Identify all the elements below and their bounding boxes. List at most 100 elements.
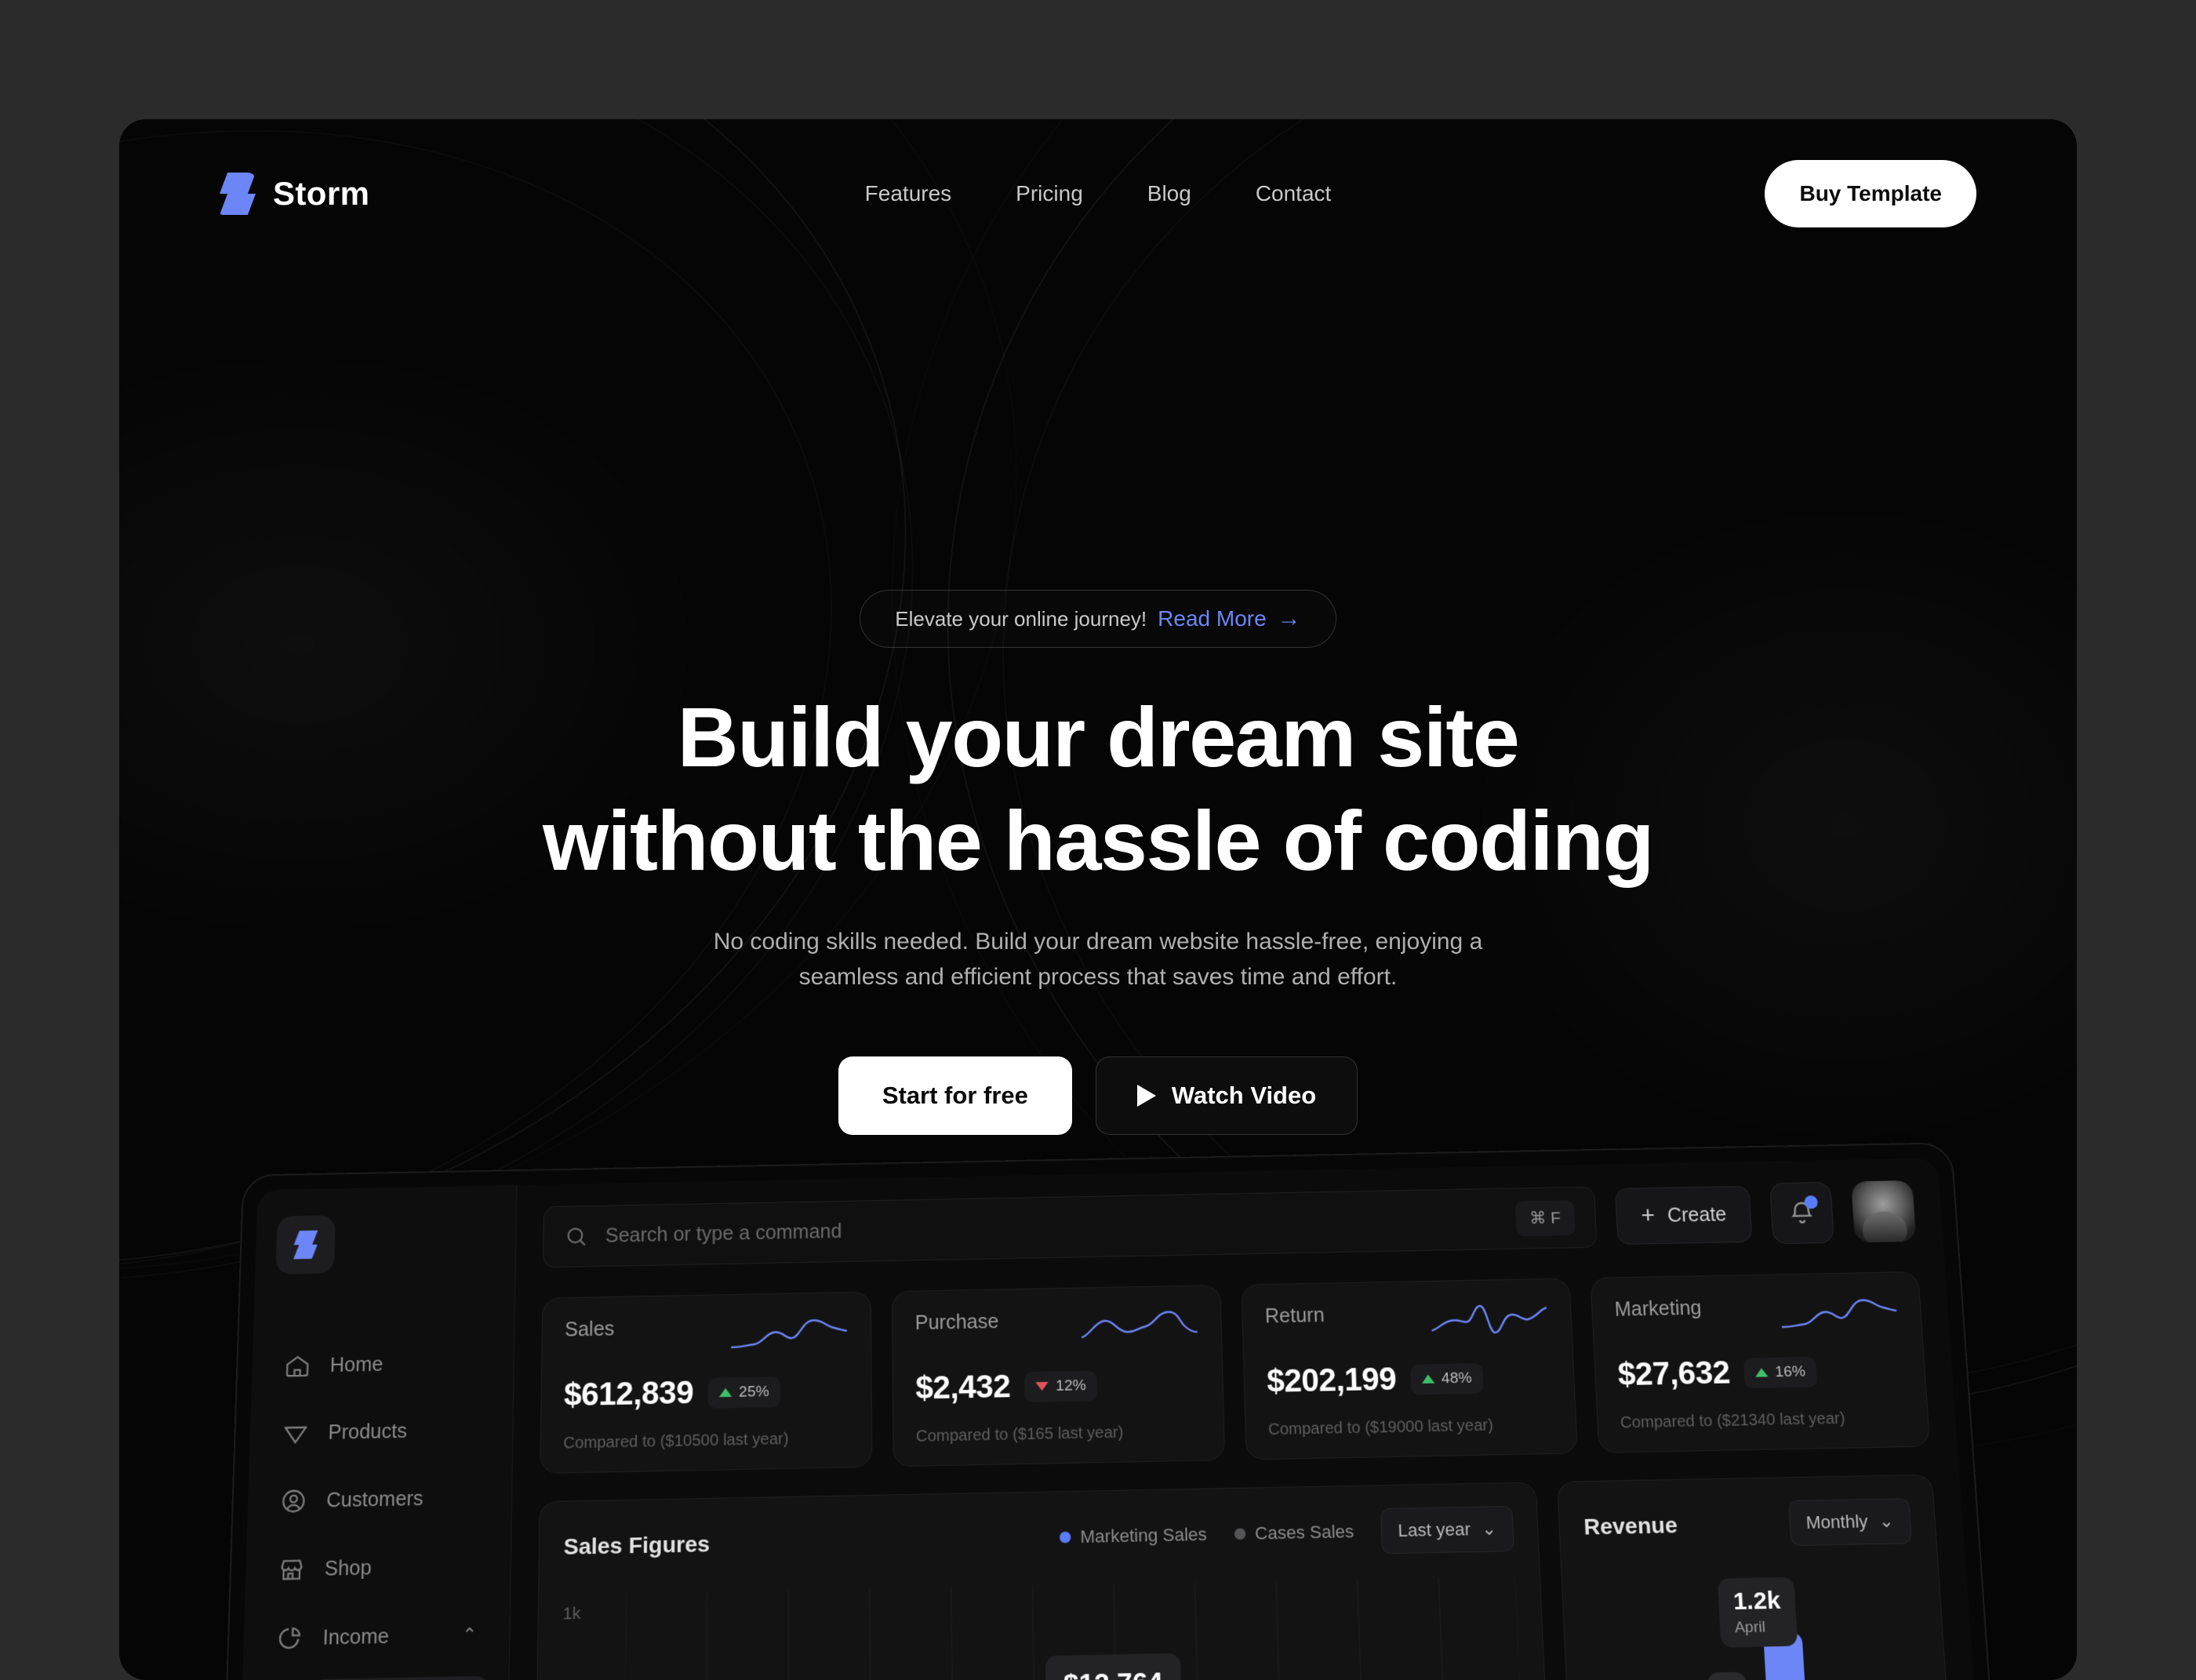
chevron-up-icon: ⌃ xyxy=(462,1624,477,1646)
stat-note: Compared to ($10500 last year) xyxy=(563,1429,849,1453)
chart-svg xyxy=(624,1576,1527,1680)
avatar[interactable] xyxy=(1851,1180,1916,1242)
stat-card-return[interactable]: Return $202,199 48% Compa xyxy=(1241,1278,1577,1460)
chart-y-axis: 1k 800 xyxy=(560,1594,620,1680)
start-for-free-button[interactable]: Start for free xyxy=(838,1056,1072,1135)
hero-section: Elevate your online journey! Read More →… xyxy=(119,119,2077,1135)
sidebar-label-customers: Customers xyxy=(326,1487,424,1512)
sparkline-chart xyxy=(729,1313,849,1357)
trend-up-icon xyxy=(1421,1374,1434,1384)
trend-down-icon xyxy=(1036,1382,1049,1391)
range-select-monthly[interactable]: Monthly ⌄ xyxy=(1788,1498,1912,1546)
sparkline-chart xyxy=(1779,1293,1900,1336)
nav-item-pricing[interactable]: Pricing xyxy=(1016,181,1083,206)
buy-template-button[interactable]: Buy Template xyxy=(1765,160,1976,227)
notifications-button[interactable] xyxy=(1769,1182,1834,1244)
stat-change: 48% xyxy=(1442,1369,1472,1387)
read-more-link[interactable]: Read More xyxy=(1158,606,1267,631)
dashboard-preview: Home Products Customers xyxy=(219,1142,2004,1680)
tag-icon xyxy=(282,1420,310,1448)
brand-logo[interactable]: Storm xyxy=(220,173,369,215)
search-input[interactable]: Search or type a command ⌘ F xyxy=(543,1187,1598,1268)
trend-up-icon xyxy=(719,1388,732,1398)
sidebar-item-shop[interactable]: Shop xyxy=(266,1538,490,1598)
stat-value: $27,632 xyxy=(1617,1355,1731,1394)
stat-change: 25% xyxy=(739,1383,769,1401)
page-title: Build your dream site without the hassle… xyxy=(119,685,2077,893)
sidebar-item-products[interactable]: Products xyxy=(270,1402,492,1461)
site-header: Storm Features Pricing Blog Contact Buy … xyxy=(119,119,2077,268)
storm-logo-icon xyxy=(220,173,256,215)
stat-note: Compared to ($21340 last year) xyxy=(1620,1409,1906,1433)
badge-text: Elevate your online journey! xyxy=(895,607,1147,631)
nav-item-features[interactable]: Features xyxy=(865,181,952,206)
revenue-bar-chart: 1.2k April xyxy=(1586,1568,1929,1680)
stat-label: Sales xyxy=(565,1318,615,1342)
stat-value: $202,199 xyxy=(1267,1362,1397,1400)
range-select-value: Monthly xyxy=(1805,1511,1868,1533)
sparkline-chart xyxy=(1429,1300,1550,1344)
range-select-value: Last year xyxy=(1398,1519,1471,1542)
status-badge: 16% xyxy=(1743,1356,1817,1387)
legend-dot-icon xyxy=(1234,1528,1245,1540)
create-button-label: Create xyxy=(1667,1203,1727,1227)
legend-dot-icon xyxy=(1060,1532,1071,1544)
status-badge: 12% xyxy=(1024,1370,1097,1402)
notification-dot xyxy=(1804,1195,1818,1209)
legend-item-cases-sales[interactable]: Cases Sales xyxy=(1234,1521,1354,1544)
legend-item-marketing-sales[interactable]: Marketing Sales xyxy=(1060,1524,1207,1548)
chevron-down-icon: ⌄ xyxy=(1878,1511,1895,1532)
storm-logo-icon xyxy=(293,1231,318,1260)
chart-plot-area: $12,764 August xyxy=(624,1576,1527,1680)
hero-actions: Start for free Watch Video xyxy=(119,1056,2077,1135)
status-badge: 48% xyxy=(1410,1362,1484,1394)
bar-highlighted xyxy=(1763,1632,1812,1680)
hero-title-line-2: without the hassle of coding xyxy=(543,793,1653,888)
revenue-panel: Revenue Monthly ⌄ xyxy=(1557,1475,1959,1680)
y-tick-1k: 1k xyxy=(562,1603,619,1624)
stat-change: 12% xyxy=(1056,1376,1086,1395)
watch-video-label: Watch Video xyxy=(1172,1082,1316,1110)
sidebar-label-income: Income xyxy=(322,1624,389,1649)
sidebar-logo[interactable] xyxy=(275,1215,336,1275)
chevron-down-icon: ⌄ xyxy=(1482,1518,1497,1540)
chart-gridlines xyxy=(624,1576,1527,1680)
stat-card-marketing[interactable]: Marketing $27,632 16% Com xyxy=(1591,1271,1931,1453)
dashboard-panel-row: Sales Figures Marketing Sales Cases Sale… xyxy=(534,1475,1959,1680)
create-button[interactable]: + Create xyxy=(1615,1186,1752,1245)
legend-label: Cases Sales xyxy=(1255,1521,1354,1544)
legend-label: Marketing Sales xyxy=(1080,1524,1207,1547)
bar xyxy=(1707,1672,1754,1680)
watch-video-button[interactable]: Watch Video xyxy=(1096,1056,1358,1135)
panel-title: Revenue xyxy=(1583,1512,1678,1540)
hero-title-line-1: Build your dream site xyxy=(678,689,1519,784)
trend-up-icon xyxy=(1755,1368,1769,1377)
dashboard-app: Home Products Customers xyxy=(236,1158,1987,1680)
store-icon xyxy=(278,1555,306,1584)
search-shortcut-badge: ⌘ F xyxy=(1514,1200,1576,1236)
dashboard-content: Search or type a command ⌘ F + Create xyxy=(506,1158,1986,1680)
sidebar-item-home[interactable]: Home xyxy=(272,1335,493,1394)
stat-card-sales[interactable]: Sales $612,839 25% Compar xyxy=(540,1292,872,1474)
range-select-last-year[interactable]: Last year ⌄ xyxy=(1380,1506,1514,1554)
sidebar-item-customers[interactable]: Customers xyxy=(268,1470,492,1529)
chart-legend: Marketing Sales Cases Sales Last year ⌄ xyxy=(1059,1506,1514,1560)
tooltip-value: 1.2k xyxy=(1732,1587,1781,1616)
nav-item-blog[interactable]: Blog xyxy=(1147,181,1191,206)
stat-change: 16% xyxy=(1775,1363,1806,1381)
stat-card-row: Sales $612,839 25% Compar xyxy=(540,1271,1930,1474)
stat-note: Compared to ($19000 last year) xyxy=(1268,1416,1554,1440)
sparkline-chart xyxy=(1079,1307,1199,1351)
dashboard-topbar: Search or type a command ⌘ F + Create xyxy=(543,1180,1916,1267)
sidebar-label-home: Home xyxy=(329,1353,383,1377)
stat-note: Compared to ($165 last year) xyxy=(916,1422,1202,1446)
nav-item-contact[interactable]: Contact xyxy=(1256,181,1332,206)
panel-title: Sales Figures xyxy=(563,1531,710,1560)
announcement-badge[interactable]: Elevate your online journey! Read More → xyxy=(860,590,1336,648)
stat-card-purchase[interactable]: Purchase $2,432 12% Compa xyxy=(892,1285,1225,1467)
plus-icon: + xyxy=(1641,1204,1656,1227)
stat-label: Return xyxy=(1264,1304,1325,1329)
sidebar-item-income[interactable]: Income ⌃ xyxy=(264,1606,489,1667)
sidebar-subitem-overview[interactable]: Overview xyxy=(311,1676,488,1680)
play-icon xyxy=(1137,1085,1156,1107)
